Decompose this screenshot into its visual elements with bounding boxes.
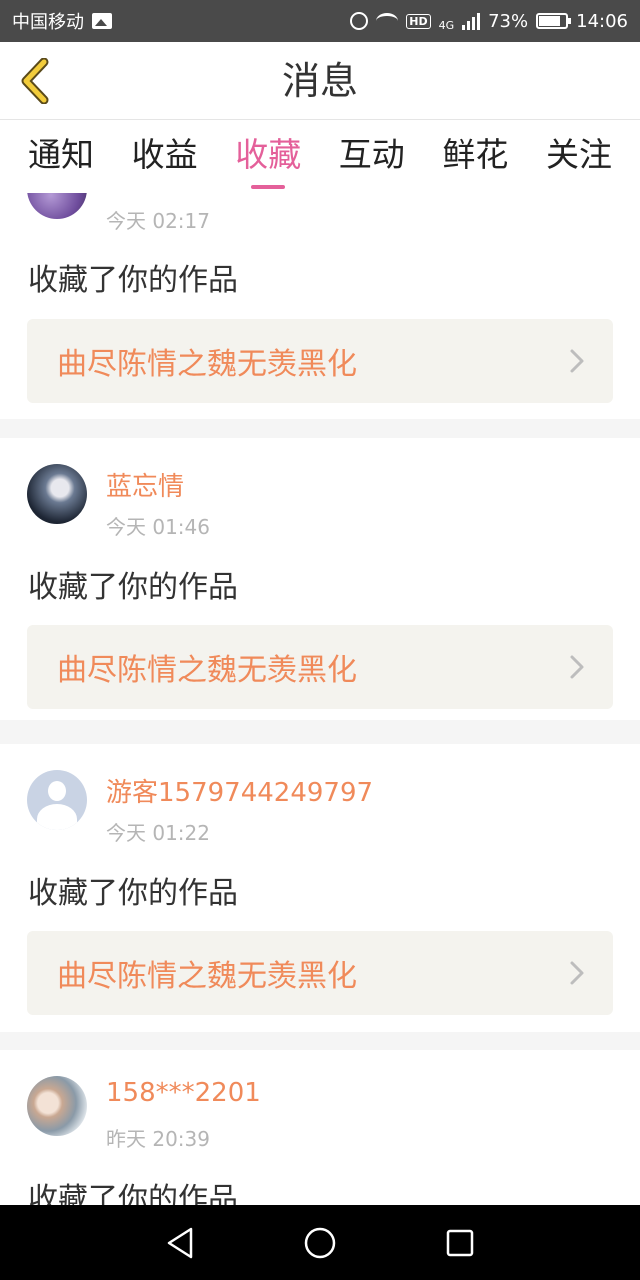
- message-time: 今天 01:22: [106, 821, 210, 845]
- clock: 14:06: [576, 10, 628, 32]
- tab-favorites[interactable]: 收藏: [235, 121, 301, 193]
- tab-interactions[interactable]: 互动: [339, 121, 405, 193]
- home-circle-icon[interactable]: [303, 1226, 337, 1260]
- message-time: 昨天 20:39: [106, 1127, 210, 1151]
- page-title: 消息: [281, 59, 358, 103]
- username[interactable]: 游客1579744249797: [106, 772, 373, 809]
- work-link[interactable]: 曲尽陈情之魏无羡黑化: [27, 625, 613, 709]
- tab-notifications[interactable]: 通知: [28, 121, 94, 193]
- tab-earnings[interactable]: 收益: [132, 121, 198, 193]
- work-link[interactable]: 曲尽陈情之魏无羡黑化: [27, 319, 613, 403]
- message-card: 158***2201 昨天 20:39 收藏了你的作品: [0, 1050, 640, 1205]
- message-list[interactable]: 今天 02:17 收藏了你的作品 曲尽陈情之魏无羡黑化 蓝忘情 今天 01:46…: [0, 193, 640, 1205]
- message-time: 今天 01:46: [106, 515, 210, 539]
- battery-icon: [536, 13, 572, 29]
- alarm-icon: [350, 12, 369, 30]
- recents-square-icon[interactable]: [444, 1227, 476, 1259]
- work-link[interactable]: 曲尽陈情之魏无羡黑化: [27, 931, 613, 1015]
- system-navigation-bar: [0, 1205, 640, 1280]
- work-title: 曲尽陈情之魏无羡黑化: [57, 653, 357, 688]
- chevron-right-icon: [570, 349, 584, 373]
- username[interactable]: 蓝忘情: [106, 466, 184, 503]
- network-type: 4G: [438, 18, 455, 32]
- battery-percent: 73%: [488, 10, 529, 32]
- top-nav-bar: 消息: [0, 42, 640, 120]
- wifi-icon: [376, 13, 399, 29]
- message-card: 蓝忘情 今天 01:46 收藏了你的作品 曲尽陈情之魏无羡黑化: [0, 438, 640, 720]
- message-action: 收藏了你的作品: [28, 263, 238, 298]
- signal-icon: [462, 12, 481, 30]
- username[interactable]: 158***2201: [106, 1078, 261, 1108]
- chevron-right-icon: [570, 961, 584, 985]
- tab-follows[interactable]: 关注: [546, 121, 612, 193]
- image-notification-icon: [92, 13, 112, 29]
- avatar[interactable]: [27, 464, 87, 524]
- avatar[interactable]: [27, 193, 87, 219]
- message-action: 收藏了你的作品: [28, 876, 238, 911]
- tab-bar: 通知 收益 收藏 互动 鲜花 关注: [0, 121, 640, 193]
- back-triangle-icon[interactable]: [164, 1226, 196, 1260]
- avatar[interactable]: [27, 1076, 87, 1136]
- message-action: 收藏了你的作品: [28, 570, 238, 605]
- work-title: 曲尽陈情之魏无羡黑化: [57, 347, 357, 382]
- chevron-right-icon: [570, 655, 584, 679]
- message-time: 今天 02:17: [106, 209, 210, 233]
- tab-flowers[interactable]: 鲜花: [442, 121, 508, 193]
- carrier-label: 中国移动: [12, 12, 84, 33]
- hd-badge: HD: [406, 13, 431, 29]
- status-bar: 中国移动 HD 4G 73% 14:06: [0, 0, 640, 42]
- default-avatar[interactable]: [27, 770, 87, 830]
- message-action: 收藏了你的作品: [28, 1182, 238, 1205]
- work-title: 曲尽陈情之魏无羡黑化: [57, 959, 357, 994]
- message-card: 游客1579744249797 今天 01:22 收藏了你的作品 曲尽陈情之魏无…: [0, 744, 640, 1032]
- message-card: 今天 02:17 收藏了你的作品 曲尽陈情之魏无羡黑化: [0, 193, 640, 419]
